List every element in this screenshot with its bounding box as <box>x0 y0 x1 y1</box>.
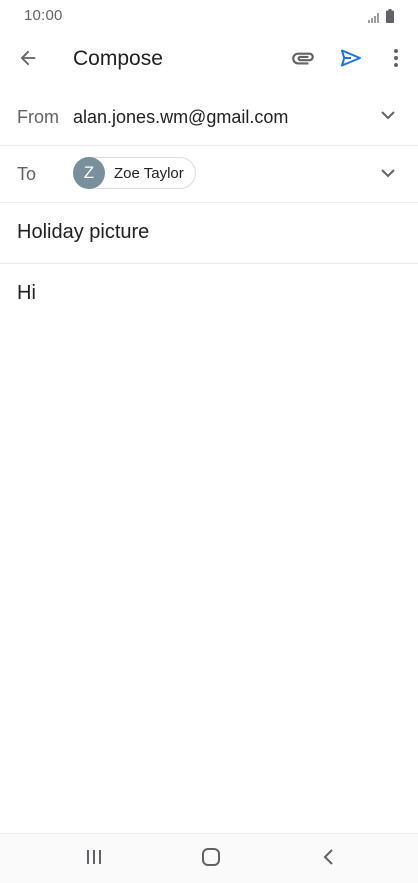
status-bar: 10:00 <box>0 0 418 34</box>
nav-back-button[interactable] <box>308 842 348 876</box>
battery-icon <box>386 9 394 28</box>
attach-icon <box>290 45 316 76</box>
from-address[interactable]: alan.jones.wm@gmail.com <box>73 107 288 128</box>
compose-body-input[interactable]: Hi <box>17 282 36 305</box>
signal-icon <box>368 10 382 28</box>
status-icons <box>368 9 394 28</box>
recents-button[interactable] <box>74 842 114 876</box>
send-icon <box>339 46 363 75</box>
recipient-chip[interactable]: Z Zoe Taylor <box>73 157 196 189</box>
more-options-button[interactable] <box>376 40 416 80</box>
recipient-name: Zoe Taylor <box>114 164 184 182</box>
attach-button[interactable] <box>283 40 323 80</box>
from-row: From alan.jones.wm@gmail.com <box>0 88 418 146</box>
subject-row: Holiday picture <box>0 203 418 264</box>
nav-back-icon <box>322 848 334 871</box>
home-icon <box>201 847 221 872</box>
chevron-down-icon <box>380 107 396 125</box>
to-label: To <box>17 164 37 184</box>
send-button[interactable] <box>331 40 371 80</box>
status-time: 10:00 <box>24 7 63 24</box>
from-expand-button[interactable] <box>372 100 404 132</box>
home-button[interactable] <box>191 842 231 876</box>
page-title: Compose <box>73 47 163 70</box>
back-button[interactable] <box>8 40 48 80</box>
more-vert-icon <box>392 48 400 73</box>
to-row: To Z Zoe Taylor <box>0 146 418 203</box>
recents-icon <box>85 849 103 870</box>
avatar: Z <box>73 157 105 189</box>
app-bar: Compose <box>0 34 418 88</box>
to-expand-button[interactable] <box>372 158 404 190</box>
back-arrow-icon <box>17 47 39 74</box>
navigation-bar <box>0 833 418 883</box>
from-label: From <box>17 107 59 127</box>
chevron-down-icon <box>380 165 396 183</box>
subject-input[interactable]: Holiday picture <box>17 221 149 244</box>
